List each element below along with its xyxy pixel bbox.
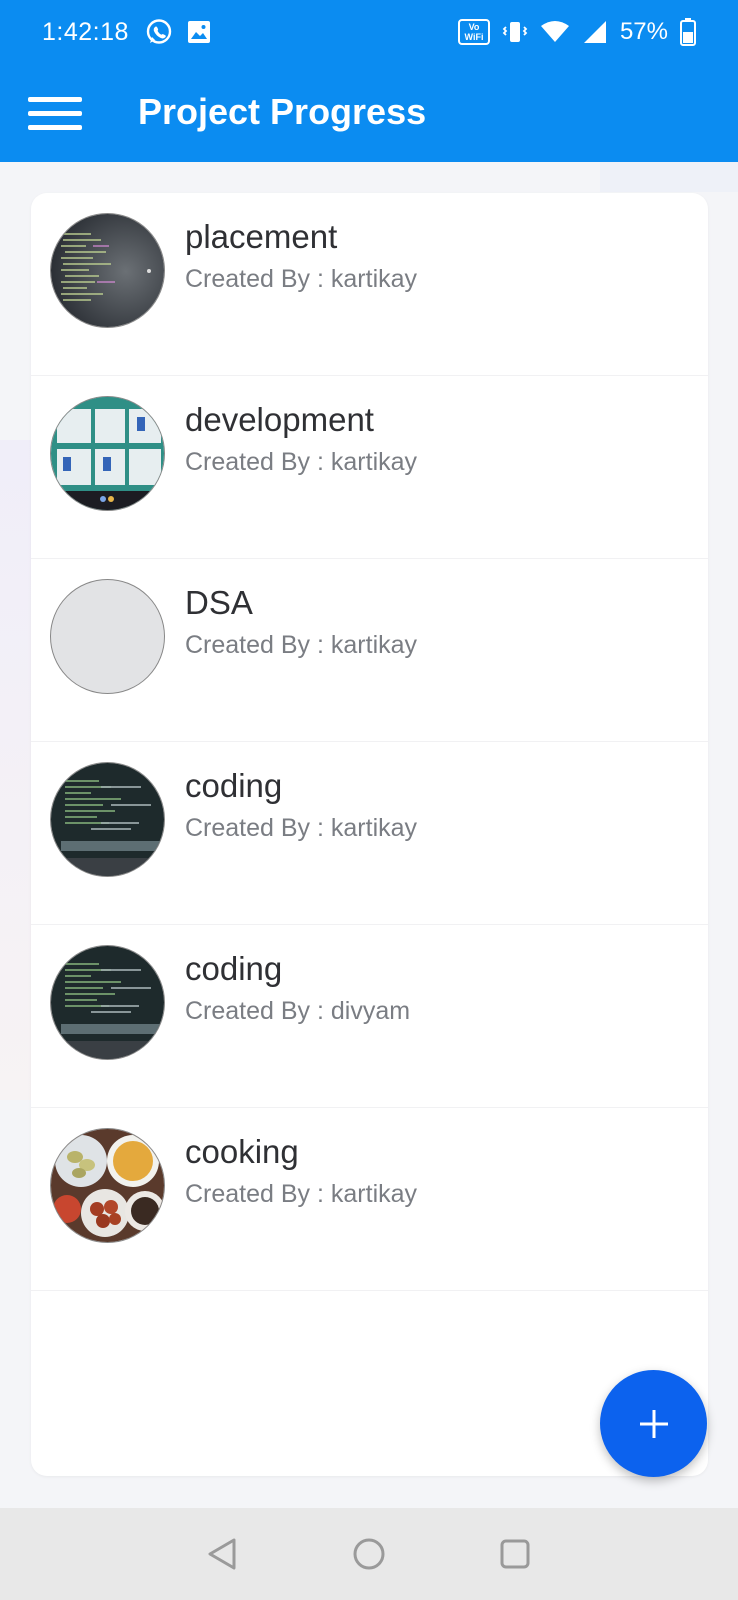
list-item[interactable]: coding Created By : divyam [31, 925, 708, 1108]
project-thumbnail [50, 1128, 165, 1243]
status-time: 1:42:18 [42, 17, 129, 46]
list-item[interactable]: coding Created By : kartikay [31, 742, 708, 925]
list-item[interactable]: placement Created By : kartikay [31, 193, 708, 376]
battery-icon [680, 18, 696, 46]
list-item[interactable]: cooking Created By : kartikay [31, 1108, 708, 1291]
plus-icon [639, 1409, 669, 1439]
add-project-button[interactable] [600, 1370, 707, 1477]
project-title: coding [185, 767, 283, 804]
list-item[interactable]: DSA Created By : kartikay [31, 559, 708, 742]
project-title: DSA [185, 584, 253, 621]
project-title: development [185, 401, 374, 438]
vibrate-icon [502, 19, 528, 45]
vowifi-icon: Vo WiFi [457, 19, 490, 45]
project-creator: Created By : divyam [185, 997, 411, 1025]
project-thumbnail-placeholder [50, 579, 165, 694]
page-title: Project Progress [138, 91, 427, 132]
wifi-icon [540, 20, 570, 44]
project-thumbnail [50, 396, 165, 511]
app-bar: Project Progress [0, 64, 738, 162]
project-title: cooking [185, 1133, 299, 1170]
gallery-icon [187, 20, 211, 44]
list-item[interactable]: development Created By : kartikay [31, 376, 708, 559]
signal-icon [582, 20, 608, 44]
project-creator: Created By : kartikay [185, 814, 418, 842]
project-list: placement Created By : kartikay developm… [31, 193, 708, 1476]
project-creator: Created By : kartikay [185, 265, 418, 293]
back-icon[interactable] [193, 1524, 253, 1584]
svg-text:WiFi: WiFi [464, 32, 483, 42]
project-thumbnail [50, 762, 165, 877]
project-creator: Created By : kartikay [185, 448, 418, 476]
project-creator: Created By : kartikay [185, 1180, 418, 1208]
project-thumbnail [50, 945, 165, 1060]
project-thumbnail [50, 213, 165, 328]
project-title: coding [185, 950, 283, 987]
project-creator: Created By : kartikay [185, 631, 418, 659]
status-bar: 1:42:18 Vo WiFi 57% [0, 0, 738, 64]
navigation-bar [0, 1508, 738, 1600]
home-icon[interactable] [339, 1524, 399, 1584]
recents-icon[interactable] [485, 1524, 545, 1584]
battery-percentage: 57% [619, 18, 668, 45]
hamburger-menu-icon[interactable] [28, 88, 82, 138]
project-title: placement [185, 218, 338, 255]
background-shape [600, 162, 738, 192]
whatsapp-icon [145, 18, 173, 46]
svg-text:Vo: Vo [469, 22, 480, 32]
